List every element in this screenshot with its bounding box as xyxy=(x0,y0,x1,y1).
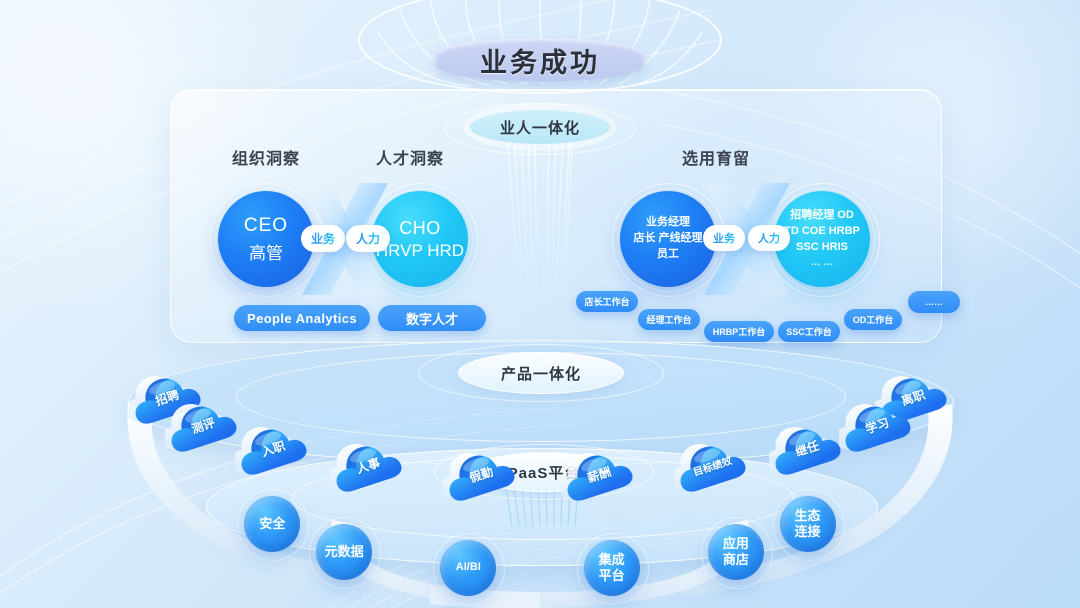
diagram-stage: 业务成功 业人一体化 组织洞察 人才洞察 CEO 高管 CHO HRVP HRD… xyxy=(0,0,1080,608)
hr-connector-left-text: 人力 xyxy=(355,232,380,246)
paas-sphere-label-line2: 平台 xyxy=(598,567,625,583)
business-connector-left-text: 业务 xyxy=(310,232,335,246)
badge-digital-talent-label: 数字人才 xyxy=(405,311,458,327)
hr-roles-line4: … … xyxy=(810,256,834,268)
product-cloud[interactable]: 学习 xyxy=(839,394,915,456)
business-roles-line2: 店长 产线经理 xyxy=(633,232,703,245)
hr-connector-left: 人力 xyxy=(346,225,390,252)
product-cloud[interactable]: 目标绩效 xyxy=(674,434,750,496)
product-cloud[interactable]: 入职 xyxy=(235,417,311,479)
business-roles-line1: 业务经理 xyxy=(646,216,690,229)
integration-label-text: 业人一体化 xyxy=(499,119,580,137)
talent-lifecycle-title: 选用育留 xyxy=(682,151,751,168)
workbench-hrbp-label: HRBP工作台 xyxy=(712,327,766,337)
cloud-icon xyxy=(674,434,750,496)
paas-sphere-label-line2: 连接 xyxy=(794,524,821,540)
business-roles-line3: 员工 xyxy=(657,247,679,260)
workbench-od[interactable]: OD工作台 xyxy=(844,309,902,330)
paas-sphere[interactable]: 集成 平台 xyxy=(583,539,640,596)
badge-people-analytics-label: People Analytics xyxy=(247,310,357,326)
hr-roles-line3: SSC HRIS xyxy=(796,240,848,253)
workbench-ssc[interactable]: SSC工作台 xyxy=(778,321,840,342)
insight-group: 组织洞察 人才洞察 CEO 高管 CHO HRVP HRD 业务 人力 Peop… xyxy=(196,145,496,331)
workbench-store-manager-label: 店长工作台 xyxy=(584,297,630,307)
product-cloud[interactable]: 人事 xyxy=(330,434,406,496)
paas-sphere-label-line1: 安全 xyxy=(259,515,286,531)
product-cloud[interactable]: 薪酬 xyxy=(561,443,637,505)
workbench-hrbp[interactable]: HRBP工作台 xyxy=(704,321,774,342)
badge-digital-talent[interactable]: 数字人才 xyxy=(378,305,486,331)
workbench-more-label: …… xyxy=(925,297,943,307)
cloud-icon xyxy=(839,394,915,456)
page-title: 业务成功 xyxy=(480,47,600,78)
main-title-banner: 业务成功 xyxy=(435,38,645,82)
paas-sphere-label-line2: 商店 xyxy=(722,551,749,567)
paas-sphere[interactable]: 元数据 xyxy=(316,523,373,580)
product-cloud[interactable]: 测评 xyxy=(165,394,241,456)
cho-lobe-line1: CHO xyxy=(399,217,441,238)
cloud-icon xyxy=(561,443,637,505)
workbench-store-manager[interactable]: 店长工作台 xyxy=(576,291,638,312)
paas-sphere[interactable]: AI/BI xyxy=(440,539,497,596)
workbench-more[interactable]: …… xyxy=(908,291,960,313)
workbench-od-label: OD工作台 xyxy=(852,315,894,325)
paas-sphere-label-line1: 生态 xyxy=(794,507,821,523)
product-integration-label-text: 产品一体化 xyxy=(500,365,581,383)
paas-sphere[interactable]: 生态 连接 xyxy=(779,496,836,553)
org-insight-title: 组织洞察 xyxy=(232,151,301,168)
business-connector-right: 业务 xyxy=(703,225,745,251)
cloud-icon xyxy=(443,443,519,505)
integration-label: 业人一体化 xyxy=(470,110,610,144)
hr-connector-right: 人力 xyxy=(748,225,790,251)
paas-sphere[interactable]: 应用 商店 xyxy=(707,523,764,580)
cloud-icon xyxy=(769,417,845,479)
paas-sphere-label-line1: 集成 xyxy=(598,551,625,567)
badge-people-analytics[interactable]: People Analytics xyxy=(234,305,370,331)
ceo-lobe-line2: 高管 xyxy=(249,243,283,263)
product-cloud[interactable]: 继任 xyxy=(769,417,845,479)
business-connector-left: 业务 xyxy=(301,225,345,252)
hr-roles-line1: 招聘经理 OD xyxy=(790,208,854,221)
hr-roles-line2: TD COE HRBP xyxy=(784,224,860,237)
cloud-icon xyxy=(330,434,406,496)
business-connector-right-text: 业务 xyxy=(713,230,735,246)
product-cloud[interactable]: 假勤 xyxy=(443,443,519,505)
ceo-lobe-line1: CEO xyxy=(243,214,289,236)
paas-sphere-label-line1: 元数据 xyxy=(324,543,364,559)
talent-group: 选用育留 业务经理 店长 产线经理 员工 招聘经理 OD TD COE HRBP… xyxy=(576,145,960,342)
paas-sphere-label-line1: AI/BI xyxy=(455,561,481,573)
paas-sphere-label-line1: 应用 xyxy=(722,535,749,551)
workbench-manager-label: 经理工作台 xyxy=(646,315,692,325)
cloud-icon xyxy=(165,394,241,456)
cloud-icon xyxy=(235,417,311,479)
product-integration-label: 产品一体化 xyxy=(458,352,624,394)
workbench-ssc-label: SSC工作台 xyxy=(786,327,832,337)
workbench-manager[interactable]: 经理工作台 xyxy=(638,309,700,330)
talent-insight-title: 人才洞察 xyxy=(376,151,445,168)
hr-connector-right-text: 人力 xyxy=(758,230,780,246)
